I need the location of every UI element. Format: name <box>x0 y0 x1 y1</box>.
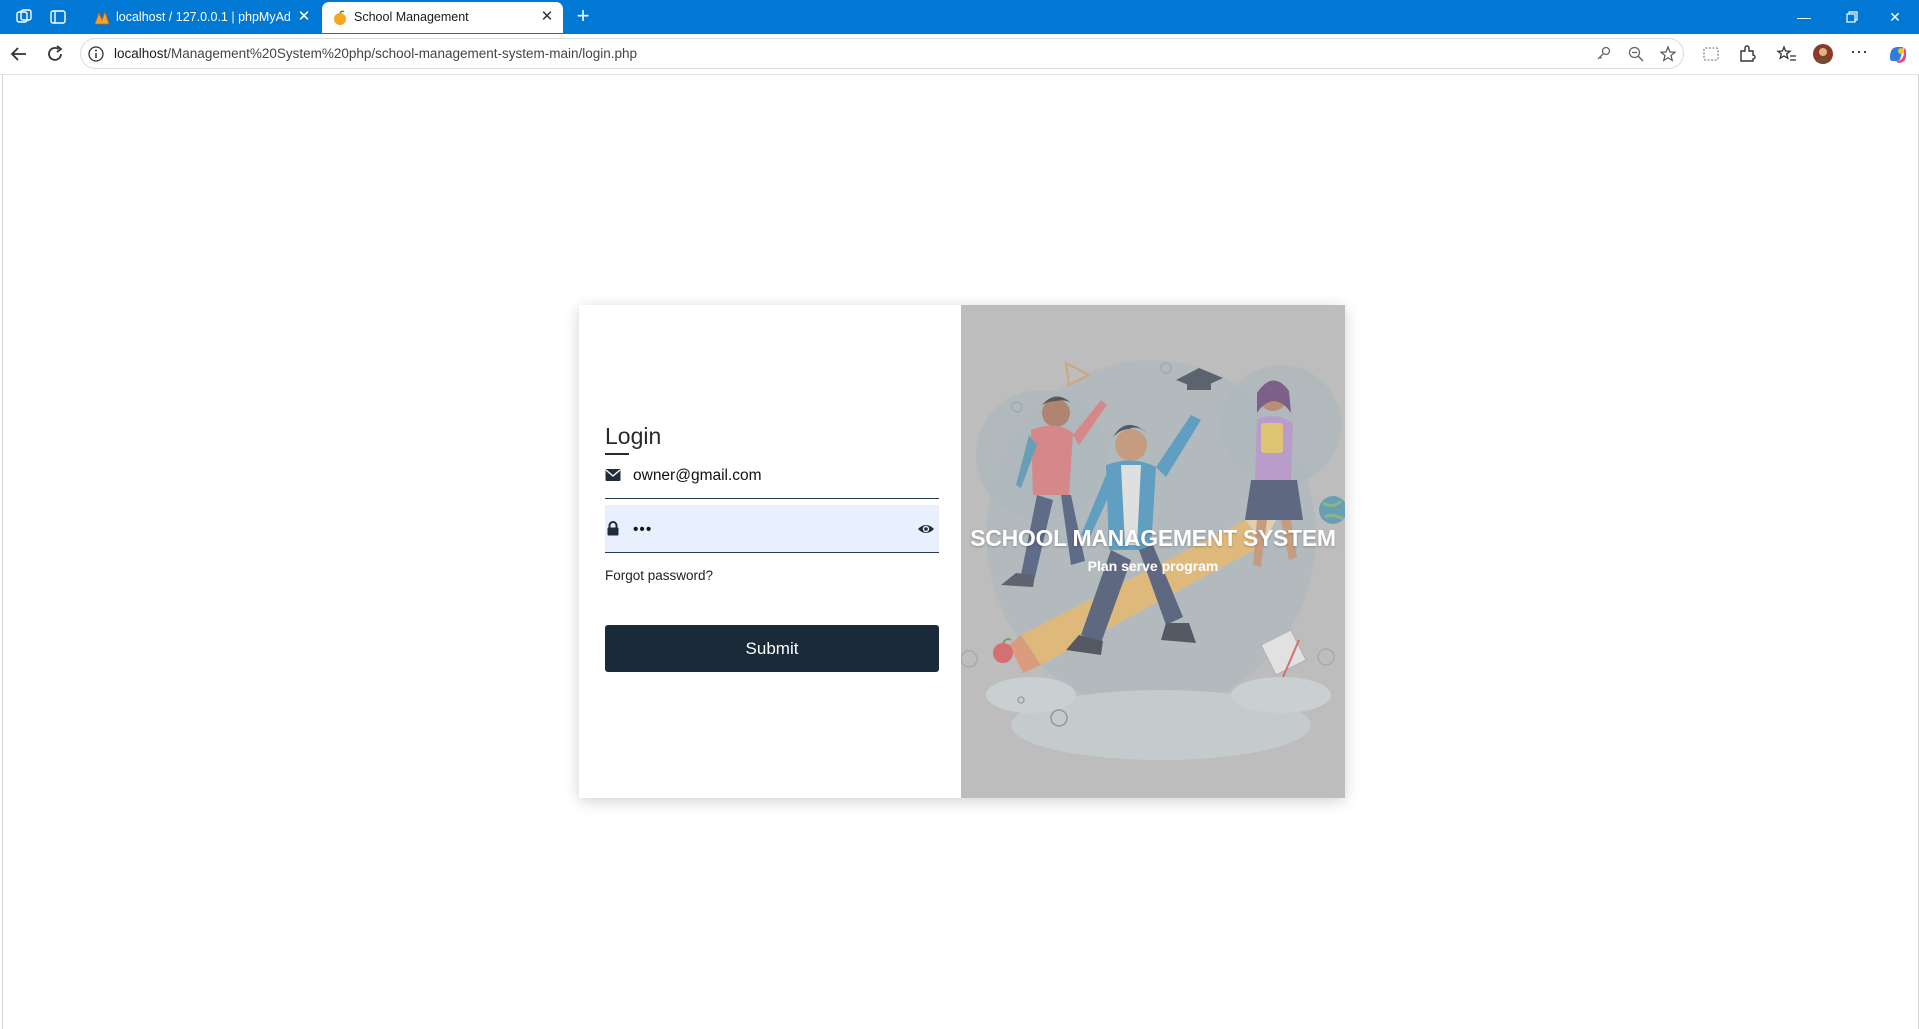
hero-panel: SCHOOL MANAGEMENT SYSTEM Plan serve prog… <box>961 305 1345 798</box>
restore-icon[interactable] <box>1841 6 1863 28</box>
school-favicon-icon <box>334 10 346 25</box>
password-key-icon[interactable] <box>1595 45 1613 63</box>
browser-titlebar: localhost / 127.0.0.1 | phpMyAdmin ✕ Sch… <box>0 0 1919 34</box>
lock-icon <box>607 521 619 536</box>
envelope-icon <box>605 469 621 481</box>
favorites-icon[interactable] <box>1776 43 1798 65</box>
eye-icon[interactable] <box>917 520 935 538</box>
split-screen-icon[interactable] <box>1700 43 1722 65</box>
hero-title: SCHOOL MANAGEMENT SYSTEM <box>970 525 1336 551</box>
password-input[interactable] <box>631 513 905 547</box>
new-tab-icon[interactable]: + <box>572 5 594 27</box>
url-path: /Management%20System%20php/school-manage… <box>167 46 638 61</box>
site-info-icon[interactable] <box>87 45 105 63</box>
favorite-star-icon[interactable] <box>1659 45 1677 63</box>
zoom-icon[interactable] <box>1627 45 1645 63</box>
email-field <box>605 451 939 499</box>
tab-actions-icon[interactable] <box>48 7 68 27</box>
login-title: Login <box>605 423 662 449</box>
workspaces-icon[interactable] <box>14 7 34 27</box>
browser-toolbar: localhost/Management%20System%20php/scho… <box>0 34 1919 75</box>
copilot-icon[interactable] <box>1886 43 1908 65</box>
tab-title: School Management <box>354 10 469 24</box>
forgot-password-link[interactable]: Forgot password? <box>605 568 713 583</box>
more-options-icon[interactable]: ⋯ <box>1848 43 1870 65</box>
page-content: Login F <box>2 75 1919 1029</box>
close-window-icon[interactable]: ✕ <box>1884 6 1906 28</box>
address-bar[interactable]: localhost/Management%20System%20php/scho… <box>80 38 1684 69</box>
tab-school-management[interactable]: School Management ✕ <box>322 2 563 33</box>
login-card: Login F <box>579 305 1345 798</box>
extensions-icon[interactable] <box>1736 43 1758 65</box>
hero-subtitle: Plan serve program <box>1087 558 1219 574</box>
tab-close-icon[interactable]: ✕ <box>539 9 555 25</box>
email-input[interactable] <box>631 459 905 493</box>
url-host: localhost <box>114 46 168 61</box>
back-icon[interactable] <box>8 43 30 65</box>
tab-phpmyadmin[interactable]: localhost / 127.0.0.1 | phpMyAdmin ✕ <box>84 2 320 33</box>
profile-avatar-icon[interactable] <box>1812 43 1834 65</box>
phpmyadmin-favicon-icon <box>94 10 110 25</box>
refresh-icon[interactable] <box>44 43 66 65</box>
submit-button[interactable]: Submit <box>605 625 939 672</box>
tab-close-icon[interactable]: ✕ <box>296 9 312 25</box>
tab-title: localhost / 127.0.0.1 | phpMyAdmin <box>116 10 291 24</box>
password-field <box>605 505 939 553</box>
minimize-icon[interactable]: — <box>1793 6 1815 28</box>
url-text: localhost/Management%20System%20php/scho… <box>114 46 637 61</box>
login-form: Login F <box>579 305 961 798</box>
